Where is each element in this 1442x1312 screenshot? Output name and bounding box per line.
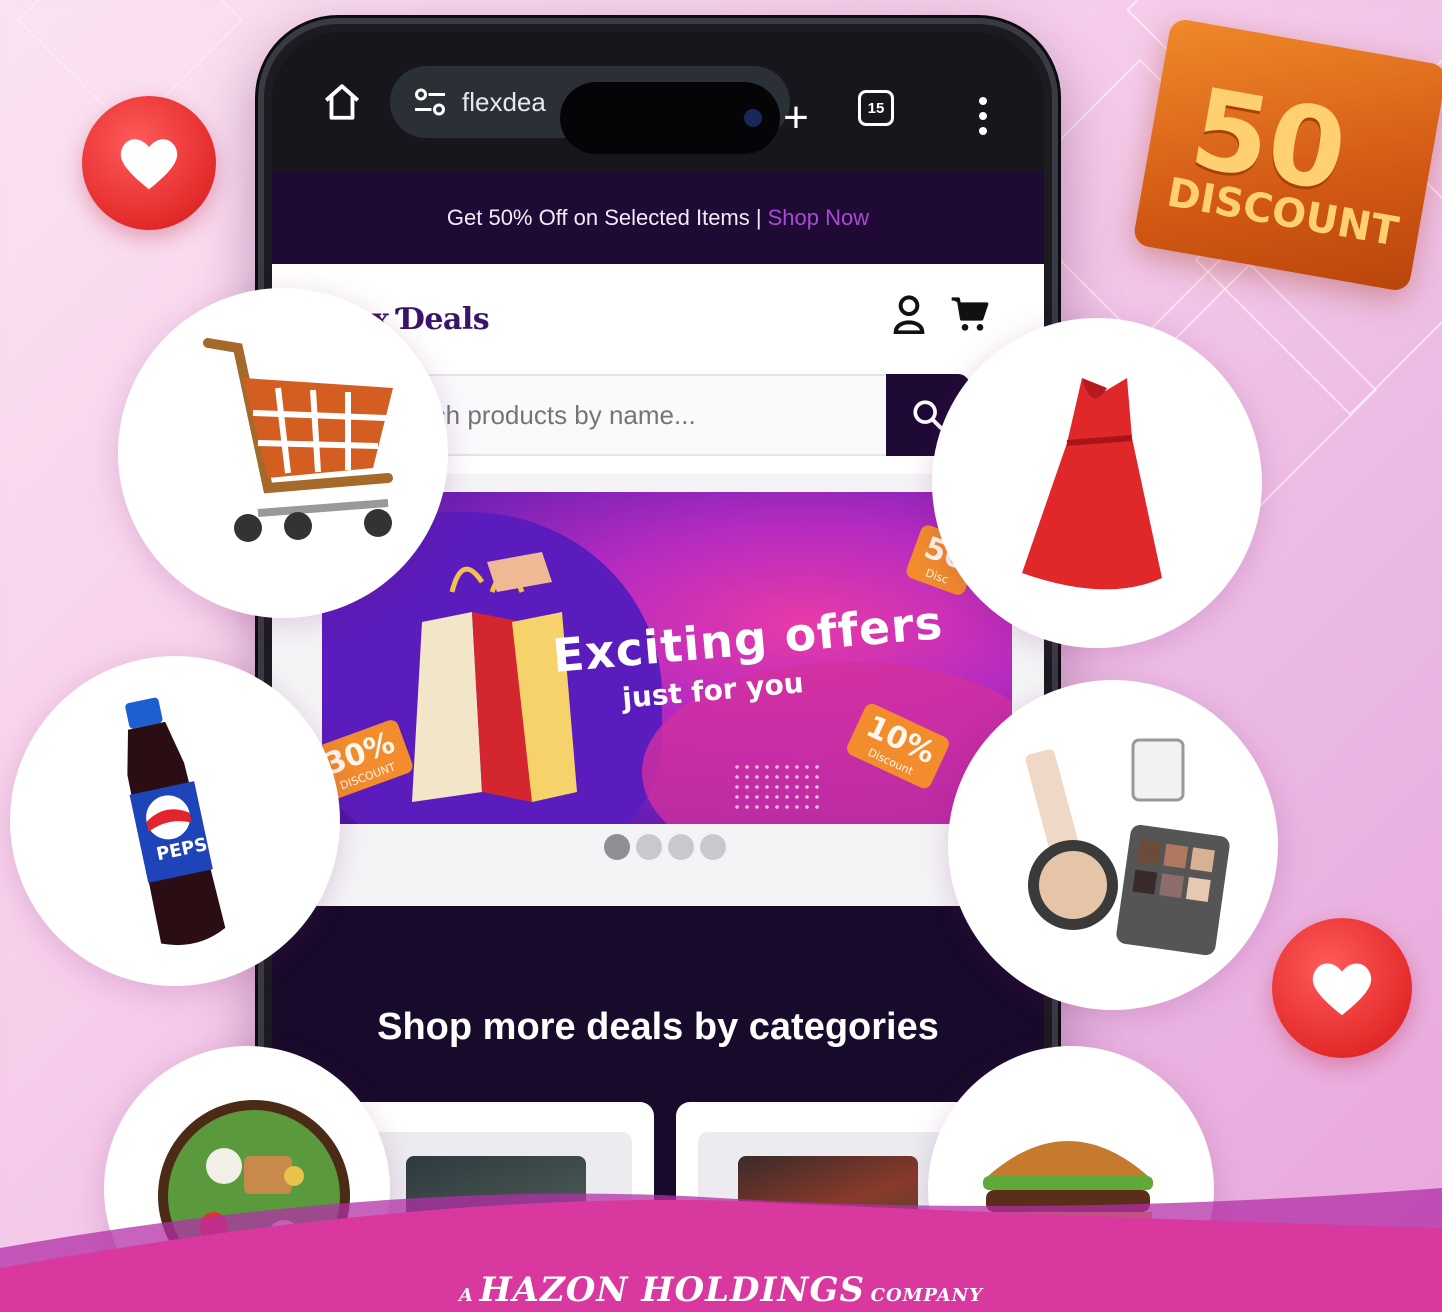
- carousel-dot[interactable]: [604, 834, 630, 860]
- shop-now-link[interactable]: Shop Now: [768, 205, 870, 231]
- heart-badge: [82, 96, 216, 230]
- plus-icon: +: [783, 93, 809, 142]
- categories-title: Shop more deals by categories: [377, 1006, 939, 1048]
- tab-switcher-button[interactable]: 15: [858, 90, 894, 126]
- dynamic-island: [560, 82, 780, 154]
- home-button[interactable]: [312, 72, 372, 132]
- promo-bar: Get 50% Off on Selected Items | Shop Now: [272, 172, 1044, 264]
- cart-bubble: [118, 288, 448, 618]
- soda-bubble: PEPSI: [10, 656, 340, 986]
- tab-count-icon: 15: [867, 99, 885, 117]
- heart-icon: [120, 139, 178, 190]
- shopping-cart-icon: [203, 338, 393, 542]
- company-suffix: COMPANY: [870, 1285, 984, 1306]
- carousel-dot[interactable]: [668, 834, 694, 860]
- cosmetics-icon: [1025, 738, 1230, 956]
- promo-text: Get 50% Off on Selected Items |: [446, 205, 762, 230]
- heart-badge: [1272, 918, 1412, 1058]
- home-icon: [324, 84, 360, 120]
- url-text: flexdea: [462, 86, 546, 117]
- cosmetics-bubble: [948, 680, 1278, 1010]
- carousel-indicators: [604, 834, 726, 860]
- new-tab-button[interactable]: +: [776, 88, 816, 148]
- dot-pattern: [732, 762, 822, 812]
- dress-bubble: [932, 318, 1262, 648]
- user-icon[interactable]: [892, 294, 926, 334]
- company-prefix: A: [458, 1285, 474, 1306]
- discount-badge: 50 DISCOUNT: [1132, 17, 1442, 293]
- heart-icon: [1312, 963, 1372, 1016]
- kebab-menu-icon[interactable]: [968, 86, 998, 146]
- tune-icon: [415, 88, 445, 116]
- company-tagline: A HAZON HOLDINGS COMPANY: [0, 1270, 1442, 1310]
- carousel-dot[interactable]: [700, 834, 726, 860]
- red-dress-icon: [1022, 378, 1162, 590]
- soda-bottle-icon: PEPSI: [125, 697, 226, 946]
- carousel-dot[interactable]: [636, 834, 662, 860]
- company-name: HAZON HOLDINGS: [479, 1270, 866, 1310]
